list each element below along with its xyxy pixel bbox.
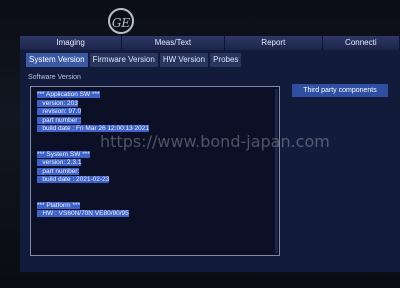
version-line-text: part number :: [37, 116, 82, 124]
version-line-text: version: 203: [37, 99, 78, 107]
subtab-firmware-version[interactable]: Firmware Version: [89, 53, 158, 67]
version-line: *** Platform ***: [37, 201, 273, 211]
third-party-components-button[interactable]: Third party components: [292, 84, 388, 97]
version-line: part number:: [37, 167, 273, 177]
subtab-hw-version[interactable]: HW Version: [159, 53, 209, 67]
scrollbar[interactable]: [275, 89, 278, 253]
subtab-probes[interactable]: Probes: [210, 53, 242, 67]
system-screen: Imaging Meas/Text Report Connecti System…: [20, 36, 400, 272]
subtab-system-version[interactable]: System Version: [26, 53, 88, 67]
tab-connectivity[interactable]: Connecti: [323, 36, 400, 50]
version-line-text: *** Application SW ***: [37, 91, 100, 98]
version-line: HW : VS60N/70N VE80/90/95: [37, 210, 273, 219]
ge-logo: GE: [108, 8, 134, 34]
version-line-text: build date : Fri Mar 26 12:00:13 2021: [37, 125, 150, 132]
version-line-text: revision: 97.0: [37, 108, 82, 115]
version-line-text: *** Platform ***: [37, 201, 80, 209]
sub-tabs: System Version Firmware Version HW Versi…: [26, 53, 243, 67]
version-line: *** Application SW ***: [37, 91, 273, 100]
version-line-text: version: 2.3.1: [37, 159, 82, 166]
version-line: part number :: [37, 116, 273, 126]
version-line: version: 203: [37, 99, 273, 109]
version-line: [37, 193, 273, 202]
version-line-text: HW : VS60N/70N VE80/90/95: [37, 210, 129, 217]
version-line-text: part number:: [37, 167, 80, 175]
tab-imaging[interactable]: Imaging: [20, 36, 123, 50]
version-line: build date : 2021-02-23: [37, 176, 273, 185]
top-nav: Imaging Meas/Text Report Connecti: [20, 36, 400, 50]
version-line: [37, 185, 273, 194]
version-line: *** System SW ***: [37, 150, 273, 160]
version-line: revision: 97.0: [37, 108, 273, 117]
version-line-text: build date : 2021-02-23: [37, 176, 110, 183]
software-version-label: Software Version: [28, 74, 81, 81]
version-line-text: *** System SW ***: [37, 150, 90, 158]
tab-report[interactable]: Report: [224, 36, 324, 50]
version-text-area[interactable]: *** Application SW *** version: 203 revi…: [30, 86, 280, 256]
tab-meas-text[interactable]: Meas/Text: [122, 36, 225, 50]
version-line: version: 2.3.1: [37, 159, 273, 168]
watermark-text: https://www.bond-japan.com: [100, 132, 330, 151]
